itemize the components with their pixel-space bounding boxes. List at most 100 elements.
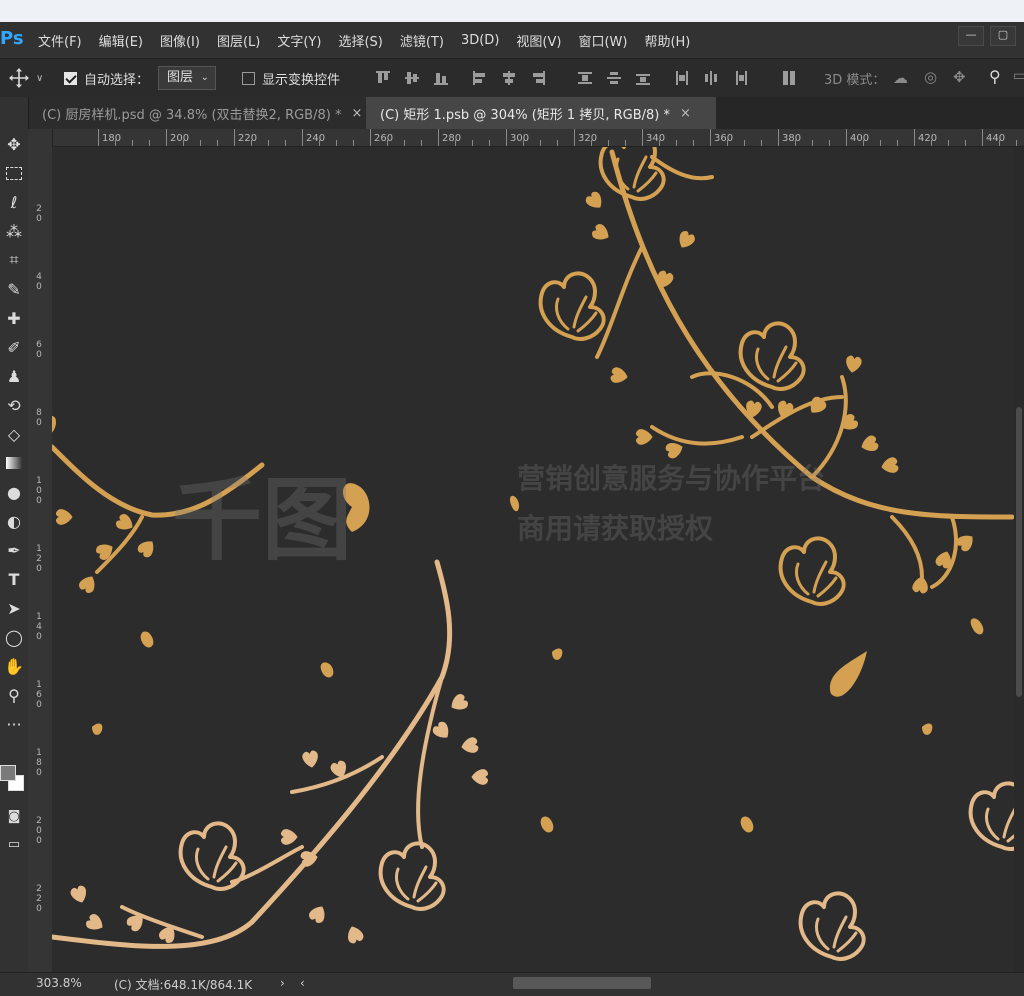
ruler-label: 180 xyxy=(36,748,42,778)
quick-mask-icon[interactable]: ◙ xyxy=(0,803,28,829)
chevron-down-icon: ∨ xyxy=(36,72,44,84)
auto-select-dropdown[interactable]: 图层 ⌄ xyxy=(158,59,217,97)
zoom-level[interactable]: 303.8% xyxy=(36,976,82,990)
eyedropper-tool-icon[interactable]: ✎ xyxy=(0,276,28,302)
ruler-label: 80 xyxy=(36,408,42,428)
search-icon[interactable]: ⚲ xyxy=(989,67,1001,86)
auto-select-toggle[interactable]: 自动选择： xyxy=(64,59,149,97)
vertical-scrollbar[interactable] xyxy=(1014,147,1024,972)
menu-bar: Ps 文件(F) 编辑(E) 图像(I) 图层(L) 文字(Y) 选择(S) 滤… xyxy=(0,22,1024,58)
ruler-label: 100 xyxy=(36,476,42,506)
ruler-label: 120 xyxy=(36,544,42,574)
clone-stamp-tool-icon[interactable]: ♟ xyxy=(0,363,28,389)
pen-tool-icon[interactable]: ✒ xyxy=(0,537,28,563)
distribute-left-icon[interactable] xyxy=(675,71,689,85)
brush-tool-icon[interactable]: ✐ xyxy=(0,334,28,360)
menu-help[interactable]: 帮助(H) xyxy=(644,31,690,50)
ruler-label: 20 xyxy=(36,204,42,224)
minimize-button[interactable]: — xyxy=(958,26,984,46)
screen-mode-icon[interactable]: ▭ xyxy=(0,831,28,857)
workspace-icon[interactable]: ▭ xyxy=(1013,68,1024,84)
menu-file[interactable]: 文件(F) xyxy=(38,31,82,50)
gradient-tool-icon[interactable] xyxy=(0,450,28,476)
tab-rectangle-psb[interactable]: (C) 矩形 1.psb @ 304% (矩形 1 拷贝, RGB/8) * × xyxy=(366,97,716,129)
orbit-3d-icon[interactable]: ☁ xyxy=(893,69,908,87)
tab-label: (C) 矩形 1.psb @ 304% (矩形 1 拷贝, RGB/8) * xyxy=(380,107,670,123)
menu-window[interactable]: 窗口(W) xyxy=(578,31,627,50)
vertical-ruler: 20 40 60 80 100 120 140 160 180 200 220 xyxy=(28,129,53,972)
roll-3d-icon[interactable]: ◎ xyxy=(924,68,937,86)
show-transform-checkbox[interactable] xyxy=(242,71,255,85)
menu-filter[interactable]: 滤镜(T) xyxy=(400,31,444,50)
healing-brush-tool-icon[interactable]: ✚ xyxy=(0,305,28,331)
move-tool-icon[interactable]: ✥ xyxy=(0,131,28,157)
distribute-hcenter-icon[interactable] xyxy=(704,71,718,85)
ruler-ticks xyxy=(98,129,1017,146)
magic-wand-tool-icon[interactable]: ⁂ xyxy=(0,218,28,244)
menu-view[interactable]: 视图(V) xyxy=(516,31,561,50)
history-brush-tool-icon[interactable]: ⟲ xyxy=(0,392,28,418)
ruler-label: 200 xyxy=(36,816,42,846)
auto-select-checkbox[interactable] xyxy=(64,71,77,85)
crop-tool-icon[interactable]: ⌗ xyxy=(0,247,28,273)
show-transform-toggle[interactable]: 显示变换控件 xyxy=(242,59,340,97)
align-right-icon[interactable] xyxy=(531,71,545,85)
auto-select-value: 图层 xyxy=(167,70,194,85)
distribute-top-icon[interactable] xyxy=(578,71,592,85)
show-transform-label: 显示变换控件 xyxy=(262,72,341,88)
tab-label: (C) 厨房样机.psd @ 34.8% (双击替换2, RGB/8) * xyxy=(42,107,342,123)
align-top-icon[interactable] xyxy=(376,71,390,85)
move-tool-preset[interactable]: ∨ xyxy=(8,59,43,97)
watermark-logo: 千图 xyxy=(172,468,352,573)
eraser-tool-icon[interactable]: ◇ xyxy=(0,421,28,447)
horizontal-ruler: 180 200 220 240 260 280 300 320 340 360 … xyxy=(52,129,1024,147)
type-tool-icon[interactable]: T xyxy=(0,566,28,592)
vertical-scrollbar-thumb[interactable] xyxy=(1016,407,1022,697)
more-tools-icon[interactable]: ··· xyxy=(0,711,28,737)
dodge-tool-icon[interactable]: ◐ xyxy=(0,508,28,534)
align-bottom-icon[interactable] xyxy=(434,71,448,85)
ruler-label: 40 xyxy=(36,272,42,292)
align-vcenter-icon[interactable] xyxy=(405,71,419,85)
ruler-label: 160 xyxy=(36,680,42,710)
lasso-tool-icon[interactable]: ℓ xyxy=(0,189,28,215)
close-icon[interactable]: × xyxy=(351,106,362,121)
path-selection-tool-icon[interactable]: ➤ xyxy=(0,595,28,621)
ruler-label: 60 xyxy=(36,340,42,360)
align-left-icon[interactable] xyxy=(473,71,487,85)
document-size: (C) 文档:648.1K/864.1K xyxy=(114,978,253,992)
menu-edit[interactable]: 编辑(E) xyxy=(99,31,143,50)
hand-tool-icon[interactable]: ✋ xyxy=(0,653,28,679)
distribute-vcenter-icon[interactable] xyxy=(607,71,621,85)
distribute-right-icon[interactable] xyxy=(733,71,747,85)
menu-3d[interactable]: 3D(D) xyxy=(461,33,499,48)
close-icon[interactable]: × xyxy=(680,106,691,121)
menu-select[interactable]: 选择(S) xyxy=(338,31,382,50)
menu-layer[interactable]: 图层(L) xyxy=(217,31,260,50)
ruler-label: 220 xyxy=(36,884,42,914)
chevron-right-icon[interactable]: › xyxy=(280,976,285,990)
zoom-tool-icon[interactable]: ⚲ xyxy=(0,682,28,708)
chevron-left-icon[interactable]: ‹ xyxy=(300,976,305,990)
horizontal-scrollbar-thumb[interactable] xyxy=(513,977,651,989)
menu-type[interactable]: 文字(Y) xyxy=(277,31,321,50)
title-strip xyxy=(0,0,1024,22)
move-icon xyxy=(9,68,29,88)
distribute-bottom-icon[interactable] xyxy=(636,71,650,85)
document-canvas[interactable]: 千图 营销创意服务与协作平台 商用请获取授权 xyxy=(52,147,1014,972)
auto-select-label: 自动选择： xyxy=(84,72,150,88)
menu-image[interactable]: 图像(I) xyxy=(160,31,200,50)
menu-items: 文件(F) 编辑(E) 图像(I) 图层(L) 文字(Y) 选择(S) 滤镜(T… xyxy=(38,22,707,58)
status-bar: 303.8% (C) 文档:648.1K/864.1K › ‹ xyxy=(0,972,1024,996)
tools-panel: ✥ ℓ ⁂ ⌗ ✎ ✚ ✐ ♟ ⟲ ◇ ● ◐ ✒ T ➤ ◯ ✋ ⚲ ··· … xyxy=(0,97,29,972)
blur-tool-icon[interactable]: ● xyxy=(0,479,28,505)
ellipse-tool-icon[interactable]: ◯ xyxy=(0,624,28,650)
restore-button[interactable]: ▢ xyxy=(990,26,1016,46)
auto-align-icon[interactable] xyxy=(782,71,796,85)
foreground-color-swatch[interactable] xyxy=(0,765,16,781)
marquee-tool-icon[interactable] xyxy=(0,160,28,186)
tab-kitchen-mockup[interactable]: (C) 厨房样机.psd @ 34.8% (双击替换2, RGB/8) * × xyxy=(28,97,366,129)
pan-3d-icon[interactable]: ✥ xyxy=(953,68,966,86)
photoshop-logo: Ps xyxy=(0,28,24,49)
align-hcenter-icon[interactable] xyxy=(502,71,516,85)
